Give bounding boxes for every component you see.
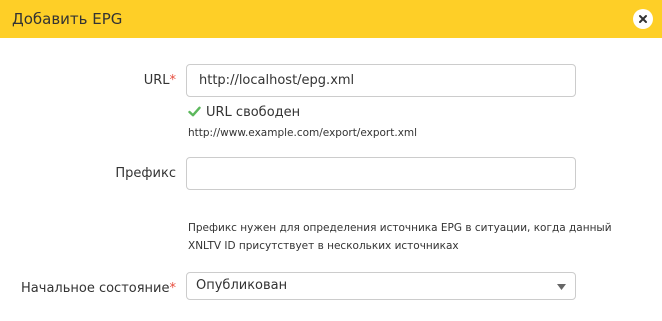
chevron-down-icon xyxy=(557,284,566,290)
url-hint: http://www.example.com/export/export.xml xyxy=(188,127,418,139)
dialog-header: Добавить EPG xyxy=(0,0,662,38)
prefix-input[interactable] xyxy=(186,157,576,190)
add-epg-dialog: Добавить EPG URL* URL свободен http://ww… xyxy=(0,0,662,321)
required-mark: * xyxy=(169,281,177,296)
prefix-help-line1: Префикс нужен для определения источника … xyxy=(188,222,612,234)
url-label-text: URL xyxy=(143,73,170,88)
url-label: URL* xyxy=(60,73,176,89)
state-label-text: Начальное состояние xyxy=(21,281,170,296)
prefix-label: Префикс xyxy=(115,166,176,181)
close-icon xyxy=(639,15,647,23)
url-status-text: URL свободен xyxy=(206,105,301,120)
state-select[interactable]: Опубликован xyxy=(186,272,576,300)
required-mark: * xyxy=(169,73,177,88)
check-icon xyxy=(188,106,201,117)
prefix-help-line2: XNLTV ID присутствует в нескольких источ… xyxy=(188,240,459,252)
state-label: Начальное состояние* xyxy=(0,281,176,297)
url-input[interactable] xyxy=(186,64,576,97)
dialog-title: Добавить EPG xyxy=(12,10,123,28)
state-select-value: Опубликован xyxy=(196,278,288,293)
url-status: URL свободен xyxy=(188,104,300,122)
close-button[interactable] xyxy=(633,9,653,29)
